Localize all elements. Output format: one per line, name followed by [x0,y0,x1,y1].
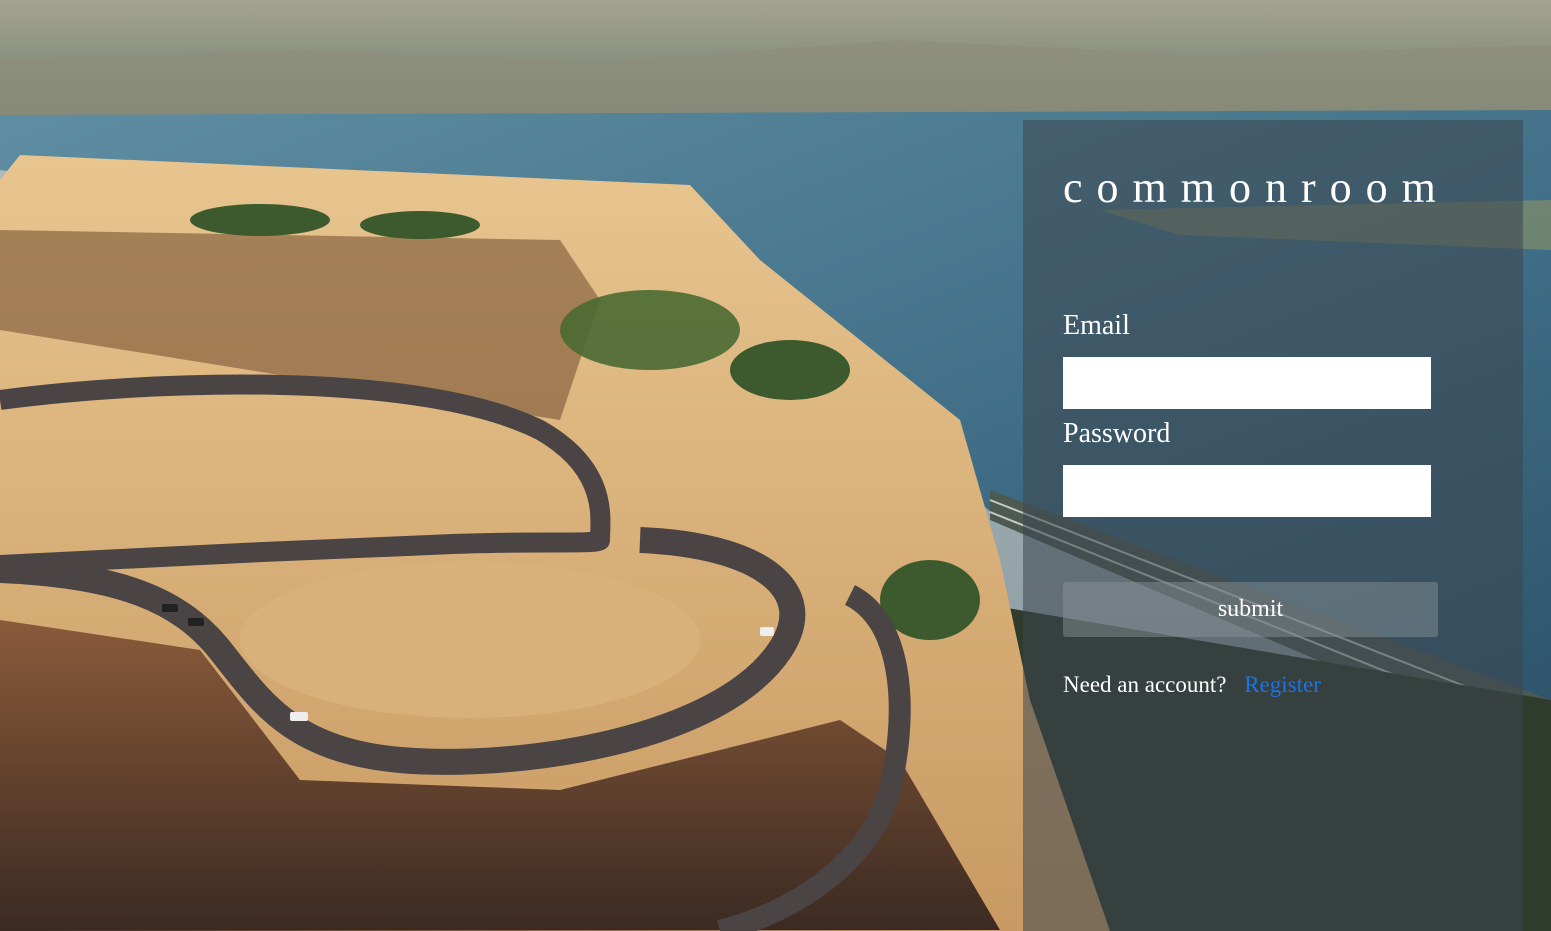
submit-button[interactable]: submit [1063,582,1438,637]
login-panel: commonroom Email Password submit Need an… [1023,120,1523,931]
email-field[interactable] [1063,357,1431,409]
email-label: Email [1063,310,1130,341]
register-link[interactable]: Register [1244,672,1321,697]
account-prompt-row: Need an account? Register [1063,672,1321,698]
brand-title: commonroom [1063,163,1450,212]
password-label: Password [1063,418,1171,449]
login-screen: commonroom Email Password submit Need an… [0,0,1551,931]
account-prompt-text: Need an account? [1063,672,1227,697]
password-field[interactable] [1063,465,1431,517]
